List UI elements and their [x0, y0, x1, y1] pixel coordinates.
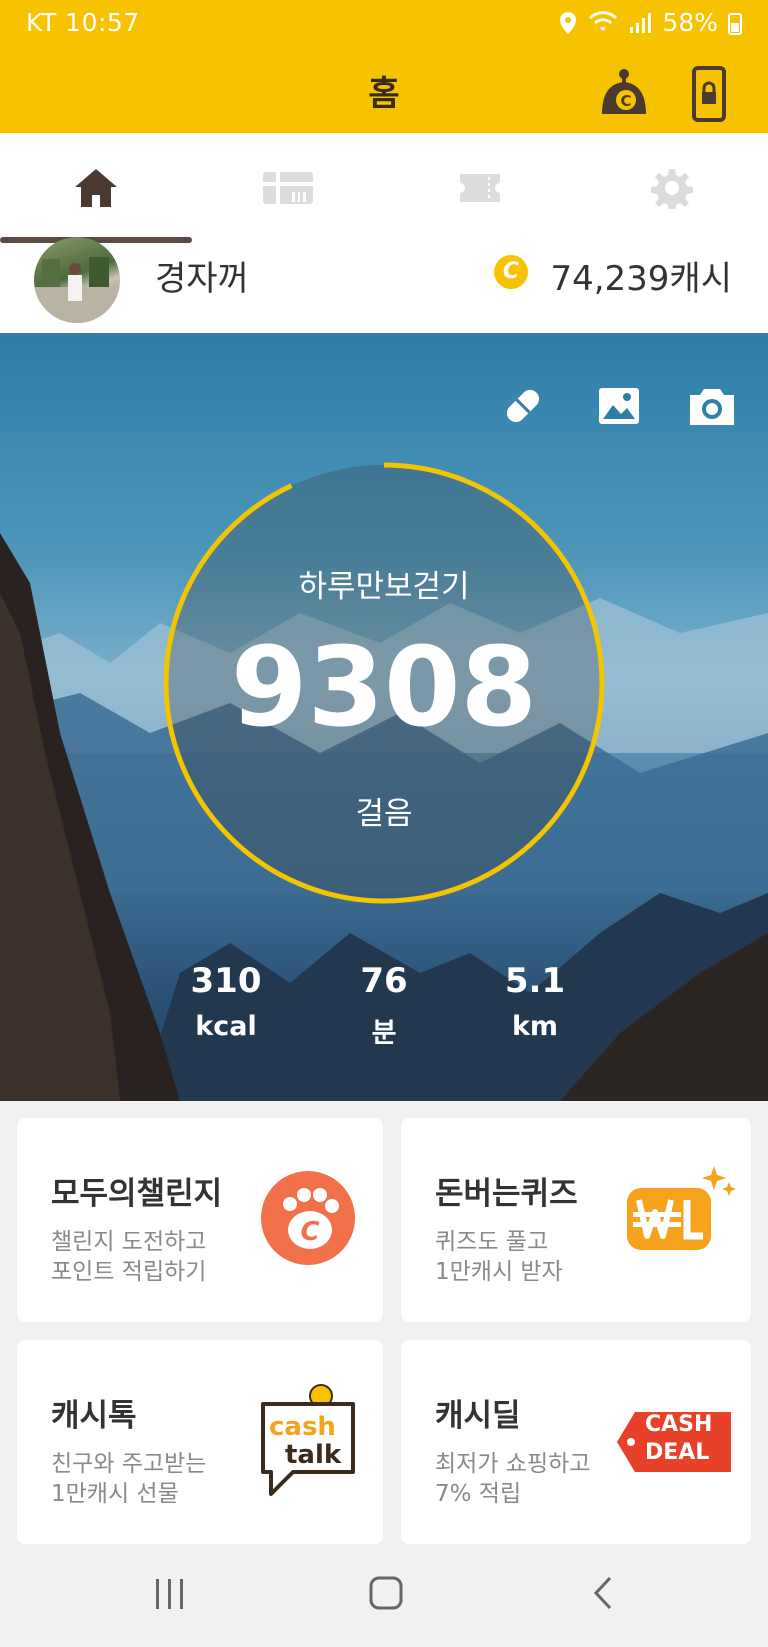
cash-talk-top: cash	[269, 1412, 336, 1442]
card-cashtalk[interactable]: 캐시톡 친구와 주고받는 1만캐시 선물 cash talk	[17, 1340, 383, 1544]
recent-apps-button[interactable]	[152, 1575, 188, 1611]
cash-character-icon[interactable]: C	[596, 64, 652, 120]
stat-unit: km	[511, 1011, 559, 1042]
card-challenge[interactable]: 모두의챌린지 챌린지 도전하고 포인트 적립하기 C	[17, 1118, 383, 1322]
app-bar: 홈 C	[0, 48, 768, 133]
svg-text:C: C	[300, 1217, 319, 1247]
cash-deal-top: CASH	[645, 1412, 713, 1437]
stat-unit: 분	[371, 1018, 397, 1049]
card-subtitle: 1만캐시 받자	[435, 1259, 563, 1285]
tab-bar	[0, 133, 768, 244]
home-icon	[75, 169, 117, 207]
stat-value: 76	[360, 961, 408, 1001]
gallery-icon[interactable]	[596, 383, 642, 429]
status-icons: 58%	[558, 8, 742, 37]
profile-row: 경자꺼 C 74,239캐시	[0, 237, 768, 333]
card-title: 캐시딜	[435, 1398, 521, 1434]
pedometer-panel: 하루만보걷기 9308 걸음 310 kcal 76 분 5.1 km	[0, 333, 768, 1101]
lock-screen-icon[interactable]	[690, 66, 728, 122]
card-subtitle: 친구와 주고받는	[51, 1451, 207, 1477]
battery-percent: 58%	[662, 8, 718, 37]
tab-settings[interactable]	[576, 133, 768, 243]
stat-unit: kcal	[195, 1011, 257, 1042]
card-cashdeal[interactable]: 캐시딜 최저가 쇼핑하고 7% 적립 CASH DEAL	[401, 1340, 751, 1544]
coin-icon: C	[494, 255, 528, 289]
card-subtitle: 최저가 쇼핑하고	[435, 1451, 591, 1477]
carrier-time: KT 10:57	[26, 8, 140, 37]
card-subtitle: 퀴즈도 풀고	[435, 1229, 549, 1255]
card-subtitle: 포인트 적립하기	[51, 1259, 207, 1285]
location-icon	[560, 11, 577, 34]
pill-icon[interactable]	[500, 383, 546, 429]
battery-icon	[728, 12, 742, 35]
system-nav-bar	[0, 1545, 768, 1647]
stat-calories: 310 kcal	[146, 961, 306, 1042]
tab-coupon[interactable]	[192, 133, 384, 243]
ticket-icon	[460, 174, 500, 202]
gift-card-icon	[263, 172, 313, 204]
status-bar: KT 10:57 58%	[0, 0, 768, 48]
goal-label: 하루만보걷기	[298, 569, 470, 605]
back-button[interactable]	[588, 1575, 618, 1611]
gear-icon	[651, 169, 693, 209]
step-unit: 걸음	[355, 796, 413, 832]
wifi-icon	[589, 10, 618, 31]
svg-text:C: C	[620, 92, 631, 110]
home-button[interactable]	[368, 1575, 404, 1611]
card-subtitle: 1만캐시 선물	[51, 1481, 179, 1507]
stat-distance: 5.1 km	[455, 961, 615, 1042]
stat-value: 310	[190, 961, 262, 1001]
page-title: 홈	[368, 74, 400, 114]
signal-icon	[630, 12, 652, 33]
username: 경자꺼	[155, 259, 249, 299]
cash-deal-bottom: DEAL	[645, 1440, 710, 1465]
stat-value: 5.1	[504, 961, 566, 1001]
tab-ticket[interactable]	[384, 133, 576, 243]
stat-minutes: 76 분	[304, 961, 464, 1050]
paw-coin-icon: C	[261, 1171, 355, 1265]
cash-deal-icon: CASH DEAL	[615, 1410, 733, 1474]
card-title: 캐시톡	[51, 1398, 137, 1434]
camera-icon[interactable]	[686, 383, 738, 429]
step-count: 9308	[230, 623, 538, 751]
card-subtitle: 7% 적립	[435, 1481, 522, 1507]
tab-home[interactable]	[0, 133, 192, 243]
avatar[interactable]	[34, 237, 120, 323]
card-quiz[interactable]: 돈버는퀴즈 퀴즈도 풀고 1만캐시 받자	[401, 1118, 751, 1322]
cash-talk-icon: cash talk	[257, 1382, 357, 1502]
card-title: 돈버는퀴즈	[435, 1176, 578, 1212]
card-title: 모두의챌린지	[51, 1176, 223, 1212]
card-subtitle: 챌린지 도전하고	[51, 1229, 207, 1255]
cash-talk-bottom: talk	[285, 1440, 342, 1470]
cash-balance[interactable]: 74,239캐시	[550, 251, 732, 300]
won-quiz-icon	[627, 1166, 736, 1250]
